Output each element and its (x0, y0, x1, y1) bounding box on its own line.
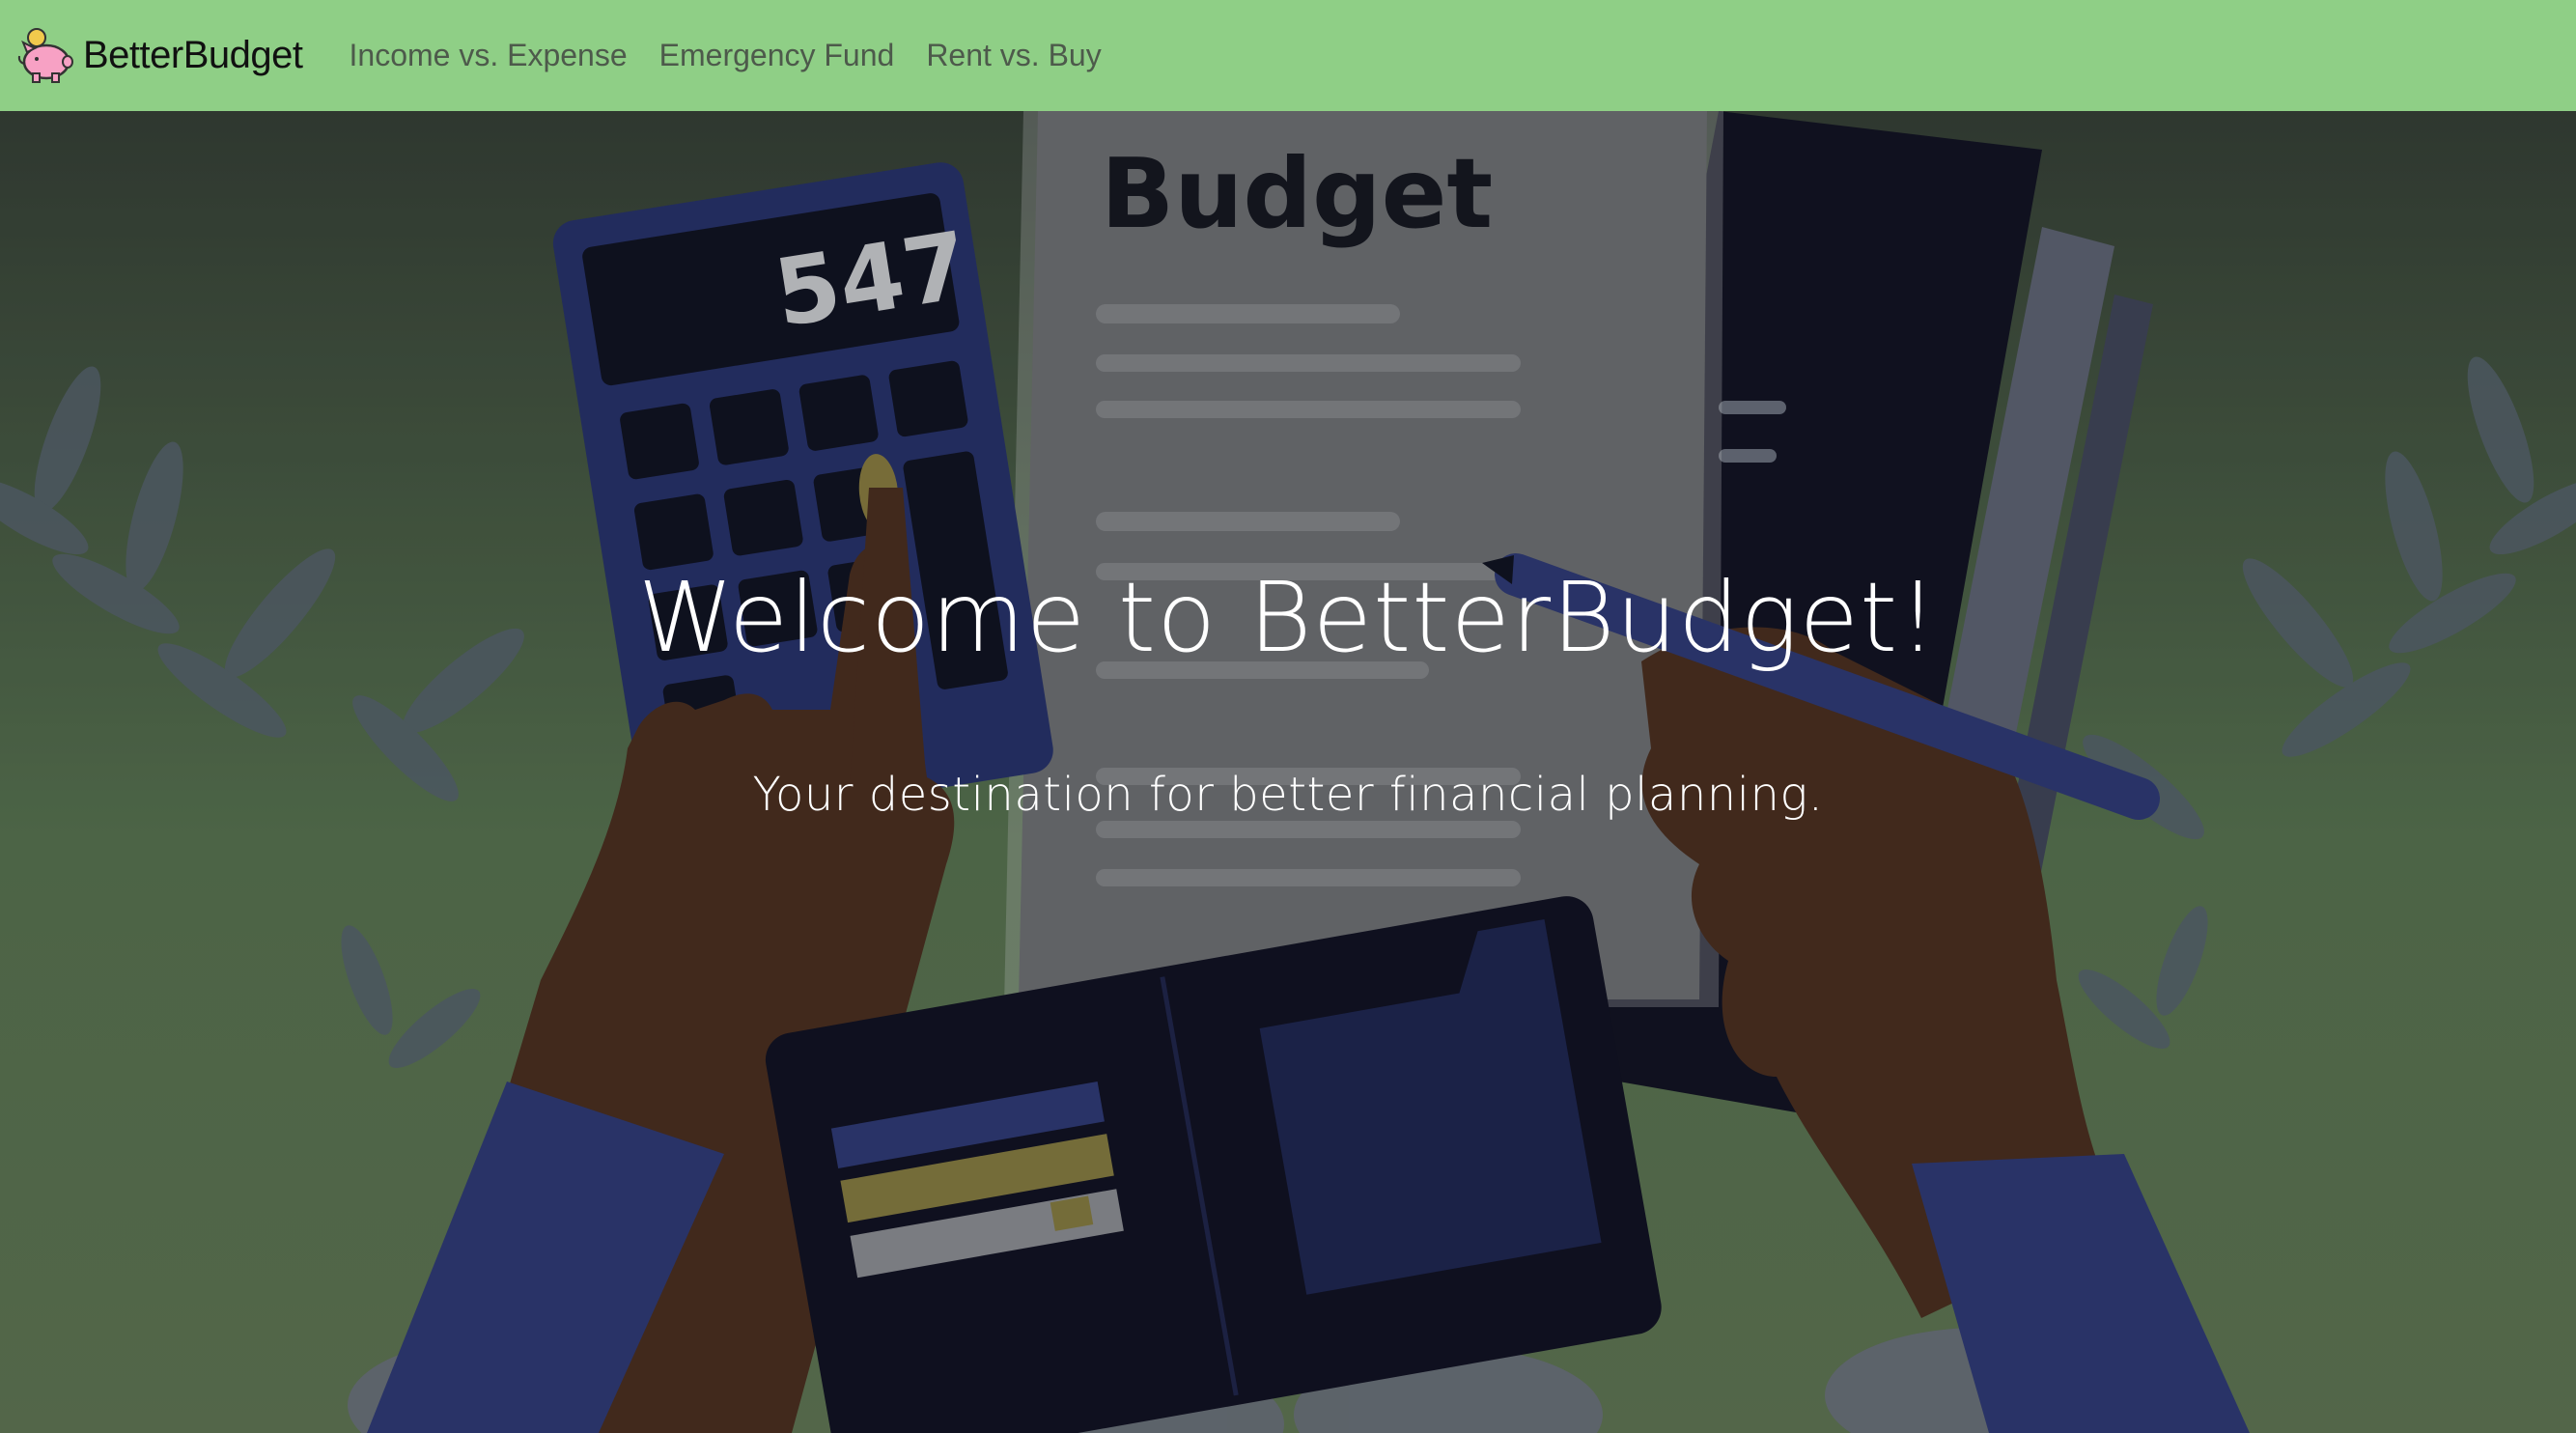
brand-name: BetterBudget (83, 34, 303, 76)
piggy-bank-icon (17, 27, 73, 83)
nav-link-rent-vs-buy[interactable]: Rent vs. Buy (926, 38, 1101, 73)
page: BetterBudget Income vs. Expense Emergenc… (0, 0, 2576, 1433)
top-navbar: BetterBudget Income vs. Expense Emergenc… (0, 0, 2576, 111)
nav-link-emergency-fund[interactable]: Emergency Fund (659, 38, 895, 73)
brand-link[interactable]: BetterBudget (14, 25, 303, 87)
hero-section: Budget 547 Welcome to BetterBudget! Your… (0, 111, 2576, 1433)
hero-title: Welcome to BetterBudget! (637, 561, 1939, 674)
hero-text: Welcome to BetterBudget! Your destinatio… (0, 111, 2576, 1433)
nav-links: Income vs. Expense Emergency Fund Rent v… (350, 38, 1134, 73)
nav-link-income-vs-expense[interactable]: Income vs. Expense (350, 38, 628, 73)
hero-subtitle: Your destination for better financial pl… (752, 768, 1824, 822)
